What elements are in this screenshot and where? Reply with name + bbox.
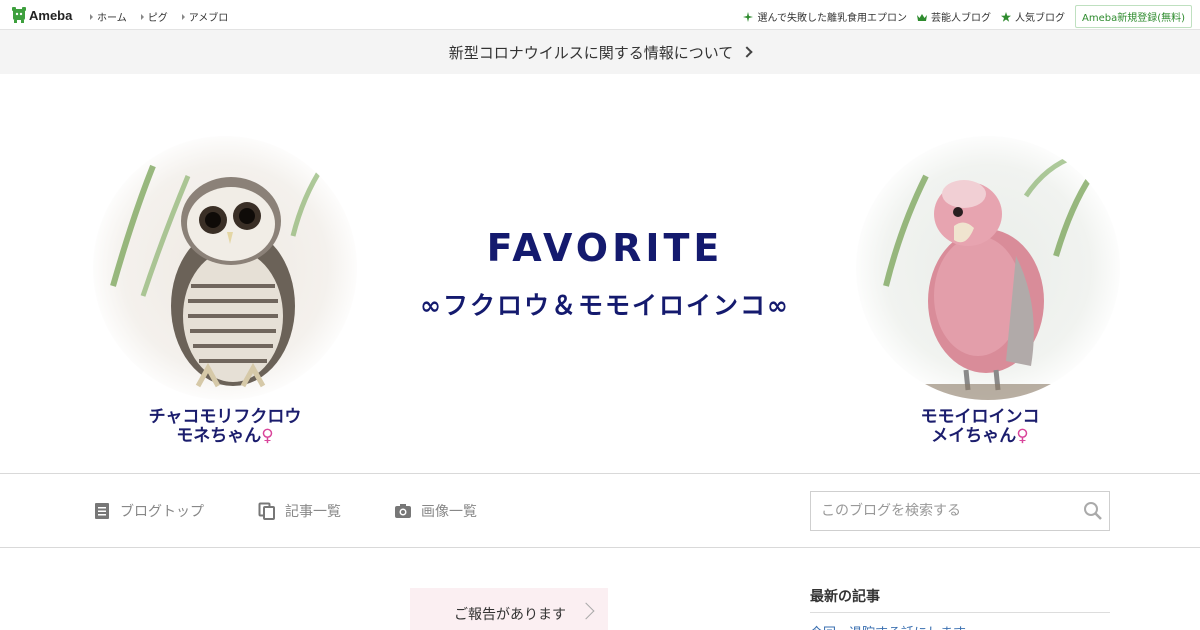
search-icon[interactable] bbox=[1083, 501, 1103, 521]
divider bbox=[810, 612, 1110, 613]
global-header: Ameba ホーム ピグ アメブロ 選んで失敗した離乳食用エプロン 芸能人ブログ… bbox=[0, 0, 1200, 30]
blog-search-box bbox=[810, 491, 1110, 531]
galah-caption-line1: モモイロインコ bbox=[920, 407, 1040, 427]
galah-photo bbox=[856, 136, 1120, 400]
header-links: 選んで失敗した離乳食用エプロン 芸能人ブログ 人気ブログ Ameba新規登録(無… bbox=[743, 5, 1192, 28]
global-nav-pigg[interactable]: ピグ bbox=[140, 9, 168, 24]
notice-text: 新型コロナウイルスに関する情報について bbox=[448, 43, 734, 62]
owl-photo bbox=[93, 136, 357, 400]
nav-article-list-label: 記事一覧 bbox=[285, 504, 341, 520]
owl-caption-line2: モネちゃん bbox=[176, 426, 262, 446]
chevron-right-icon bbox=[741, 46, 753, 58]
galah-caption: モモイロインコ メイちゃん♀ bbox=[880, 408, 1080, 446]
owl-illustration bbox=[110, 164, 326, 388]
celebrity-blog-link[interactable]: 芸能人ブログ bbox=[916, 9, 991, 24]
document-icon bbox=[95, 503, 109, 519]
nav-article-list[interactable]: 記事一覧 bbox=[258, 501, 341, 521]
copy-icon bbox=[258, 502, 275, 520]
celebrity-blog-label: 芸能人ブログ bbox=[930, 13, 991, 24]
nav-blog-top-label: ブログトップ bbox=[120, 504, 204, 520]
promo-link[interactable]: 選んで失敗した離乳食用エプロン bbox=[743, 9, 907, 24]
global-nav-home[interactable]: ホーム bbox=[90, 9, 127, 24]
female-symbol: ♀ bbox=[1016, 426, 1029, 446]
popular-blog-label: 人気ブログ bbox=[1014, 13, 1065, 24]
ameba-logo[interactable]: Ameba bbox=[12, 6, 72, 24]
global-nav-label: ピグ bbox=[147, 13, 168, 24]
report-banner[interactable]: ご報告があります bbox=[410, 588, 608, 630]
covid-notice-link[interactable]: 新型コロナウイルスに関する情報について bbox=[0, 30, 1200, 74]
blog-nav: ブログトップ 記事一覧 画像一覧 bbox=[0, 475, 1200, 548]
star-icon bbox=[1000, 11, 1011, 22]
owl-caption: チャコモリフクロウ モネちゃん♀ bbox=[120, 408, 330, 446]
latest-articles-heading: 最新の記事 bbox=[810, 589, 880, 605]
nav-image-list[interactable]: 画像一覧 bbox=[394, 501, 477, 521]
triangle-right-icon bbox=[140, 13, 144, 20]
promo-link-label: 選んで失敗した離乳食用エプロン bbox=[757, 13, 907, 24]
nav-image-list-label: 画像一覧 bbox=[421, 504, 477, 520]
triangle-right-icon bbox=[90, 13, 93, 20]
blog-header-banner[interactable]: チャコモリフクロウ モネちゃん♀ FAVORITE ∞フクロウ＆モモイロインコ∞… bbox=[0, 74, 1200, 474]
sparkle-icon bbox=[743, 11, 754, 22]
global-nav-ameblo[interactable]: アメブロ bbox=[181, 9, 229, 24]
blog-search-input[interactable] bbox=[811, 492, 1071, 530]
global-nav-label: アメブロ bbox=[188, 13, 229, 24]
global-nav: ホーム ピグ アメブロ bbox=[90, 9, 228, 24]
camera-icon bbox=[395, 504, 411, 518]
crown-icon bbox=[916, 13, 927, 21]
galah-caption-line2: メイちゃん bbox=[931, 426, 1017, 446]
blog-subtitle: ∞フクロウ＆モモイロインコ∞ bbox=[420, 291, 790, 320]
owl-caption-line1: チャコモリフクロウ bbox=[148, 407, 302, 427]
ameba-mascot-icon bbox=[12, 7, 26, 23]
female-symbol: ♀ bbox=[261, 426, 274, 446]
register-button[interactable]: Ameba新規登録(無料) bbox=[1074, 5, 1192, 28]
global-nav-label: ホーム bbox=[97, 13, 127, 24]
blog-title: FAVORITE bbox=[486, 226, 724, 270]
latest-article-link[interactable]: 今回、退院する話にします bbox=[810, 622, 966, 630]
nav-blog-top[interactable]: ブログトップ bbox=[93, 501, 204, 521]
galah-illustration bbox=[883, 153, 1096, 400]
triangle-right-icon bbox=[181, 13, 185, 20]
report-label: ご報告があります bbox=[454, 607, 566, 623]
chevron-right-icon bbox=[577, 602, 595, 620]
popular-blog-link[interactable]: 人気ブログ bbox=[1000, 9, 1065, 24]
logo-text: Ameba bbox=[29, 7, 73, 23]
